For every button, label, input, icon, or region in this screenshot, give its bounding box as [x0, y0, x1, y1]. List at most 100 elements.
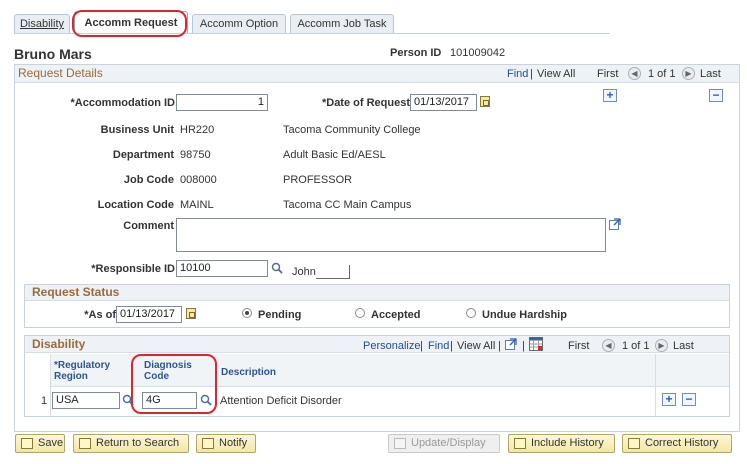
nav-separator: |: [530, 68, 533, 80]
grid-prev-icon[interactable]: ◀: [602, 339, 615, 352]
notify-button[interactable]: Notify: [196, 434, 256, 453]
responsible-name-box: [316, 265, 350, 279]
department-desc: Adult Basic Ed/AESL: [283, 149, 386, 161]
radio-accepted[interactable]: [355, 308, 365, 318]
correct-history-button[interactable]: Correct History: [622, 434, 732, 453]
highlight-diagnosis-code: [131, 354, 217, 414]
department-label: Department: [112, 149, 174, 161]
view-all-link[interactable]: View All: [537, 68, 575, 80]
regulatory-region-field[interactable]: USA: [52, 392, 120, 409]
grid-nav-separator-2: |: [450, 340, 453, 352]
business-unit-code: HR220: [180, 124, 215, 136]
col-regulatory-region-line2: Region: [54, 371, 88, 382]
include-history-icon: [514, 438, 526, 449]
radio-undue-hardship[interactable]: [466, 308, 476, 318]
diagnosis-description: Attention Deficit Disorder: [220, 395, 342, 407]
radio-undue-hardship-label: Undue Hardship: [482, 309, 567, 321]
save-icon: [21, 438, 33, 449]
return-to-search-button[interactable]: Return to Search: [73, 434, 189, 453]
grid-view-all-link[interactable]: View All: [457, 340, 495, 352]
row-number: 1: [41, 395, 48, 407]
request-status-title: Request Status: [32, 285, 120, 299]
expand-comment-icon[interactable]: [609, 218, 621, 230]
person-id-label: Person ID: [390, 47, 442, 59]
notify-button-label: Notify: [219, 437, 248, 449]
tab-accomm-option-label: Accomm Option: [199, 18, 279, 30]
calendar-icon[interactable]: [480, 96, 490, 107]
tab-accomm-option[interactable]: Accomm Option: [192, 14, 286, 34]
job-code-desc: PROFESSOR: [283, 174, 353, 186]
save-button[interactable]: Save: [15, 434, 65, 453]
person-name-text: Bruno Mars: [14, 46, 92, 62]
return-to-search-label: Return to Search: [96, 437, 180, 449]
grid-delete-row-icon[interactable]: −: [682, 393, 696, 406]
grid-add-row-icon[interactable]: +: [662, 393, 676, 406]
responsible-id-field[interactable]: 10100: [176, 260, 268, 277]
person-id-value: 101009042: [450, 47, 506, 59]
as-of-field[interactable]: 01/13/2017: [116, 306, 182, 323]
personalize-link[interactable]: Personalize: [363, 340, 420, 352]
update-display-icon: [394, 438, 406, 449]
prev-icon[interactable]: ◀: [628, 67, 641, 80]
col-description: Description: [221, 367, 277, 378]
request-details-title: Request Details: [18, 66, 103, 80]
add-row-icon[interactable]: +: [603, 89, 617, 102]
as-of-calendar-icon[interactable]: [186, 308, 196, 319]
return-to-search-icon: [79, 438, 91, 449]
last-label: Last: [700, 68, 721, 80]
request-status-header: [25, 285, 729, 301]
grid-nav-separator-4: |: [522, 340, 525, 352]
grid-find-link[interactable]: Find: [428, 340, 449, 352]
delete-row-icon[interactable]: −: [709, 89, 723, 102]
tab-disability[interactable]: Disability: [14, 14, 70, 34]
responsible-name: John: [292, 266, 316, 278]
next-icon[interactable]: ▶: [682, 67, 695, 80]
business-unit-desc: Tacoma Community College: [283, 124, 421, 136]
business-unit-label: Business Unit: [100, 124, 174, 136]
date-of-request-field[interactable]: 01/13/2017: [410, 94, 477, 111]
tab-accomm-job-task[interactable]: Accomm Job Task: [290, 14, 394, 34]
as-of-label: *As of: [84, 309, 116, 321]
grid-page-range: 1 of 1: [622, 340, 650, 352]
location-code-label: Location Code: [97, 199, 174, 211]
job-code-label: Job Code: [123, 174, 174, 186]
grid-next-icon[interactable]: ▶: [655, 339, 668, 352]
correct-history-icon: [628, 438, 640, 449]
disability-grid-title: Disability: [32, 337, 86, 351]
update-display-button[interactable]: Update/Display: [388, 434, 500, 453]
date-of-request-label: *Date of Request: [321, 97, 410, 109]
location-code-code: MAINL: [180, 199, 214, 211]
responsible-id-search-icon[interactable]: [271, 262, 283, 274]
include-history-label: Include History: [531, 437, 604, 449]
accommodation-id-field[interactable]: 1: [176, 94, 268, 111]
download-grid-icon[interactable]: [529, 337, 543, 351]
notify-icon: [202, 438, 214, 449]
job-code-code: 008000: [180, 174, 217, 186]
comment-textarea[interactable]: [176, 218, 606, 252]
zoom-grid-icon[interactable]: [505, 338, 517, 350]
department-code: 98750: [180, 149, 211, 161]
col-regulatory-region: *Regulatory Region: [54, 360, 110, 382]
tab-disability-label: Disability: [19, 18, 64, 30]
first-label: First: [597, 68, 619, 80]
save-button-label: Save: [38, 437, 64, 449]
grid-nav-separator-3: |: [498, 340, 501, 352]
page-range: 1 of 1: [648, 68, 676, 80]
include-history-button[interactable]: Include History: [508, 434, 615, 453]
update-display-label: Update/Display: [411, 437, 486, 449]
radio-pending[interactable]: [242, 308, 252, 318]
accommodation-id-label: *Accommodation ID: [70, 97, 175, 109]
radio-accepted-label: Accepted: [371, 309, 421, 321]
col-regulatory-region-line1: *Regulatory: [54, 360, 111, 371]
radio-pending-label: Pending: [258, 309, 302, 321]
person-name: Bruno Mars: [14, 46, 92, 65]
grid-last-label: Last: [673, 340, 694, 352]
tab-accomm-job-task-label: Accomm Job Task: [297, 18, 387, 30]
responsible-id-label: *Responsible ID: [91, 263, 175, 275]
correct-history-label: Correct History: [645, 437, 719, 449]
highlight-accomm-request-tab: [72, 10, 187, 37]
grid-first-label: First: [568, 340, 590, 352]
grid-nav-separator-1: |: [420, 340, 423, 352]
location-code-desc: Tacoma CC Main Campus: [283, 199, 412, 211]
find-link[interactable]: Find: [507, 68, 528, 80]
